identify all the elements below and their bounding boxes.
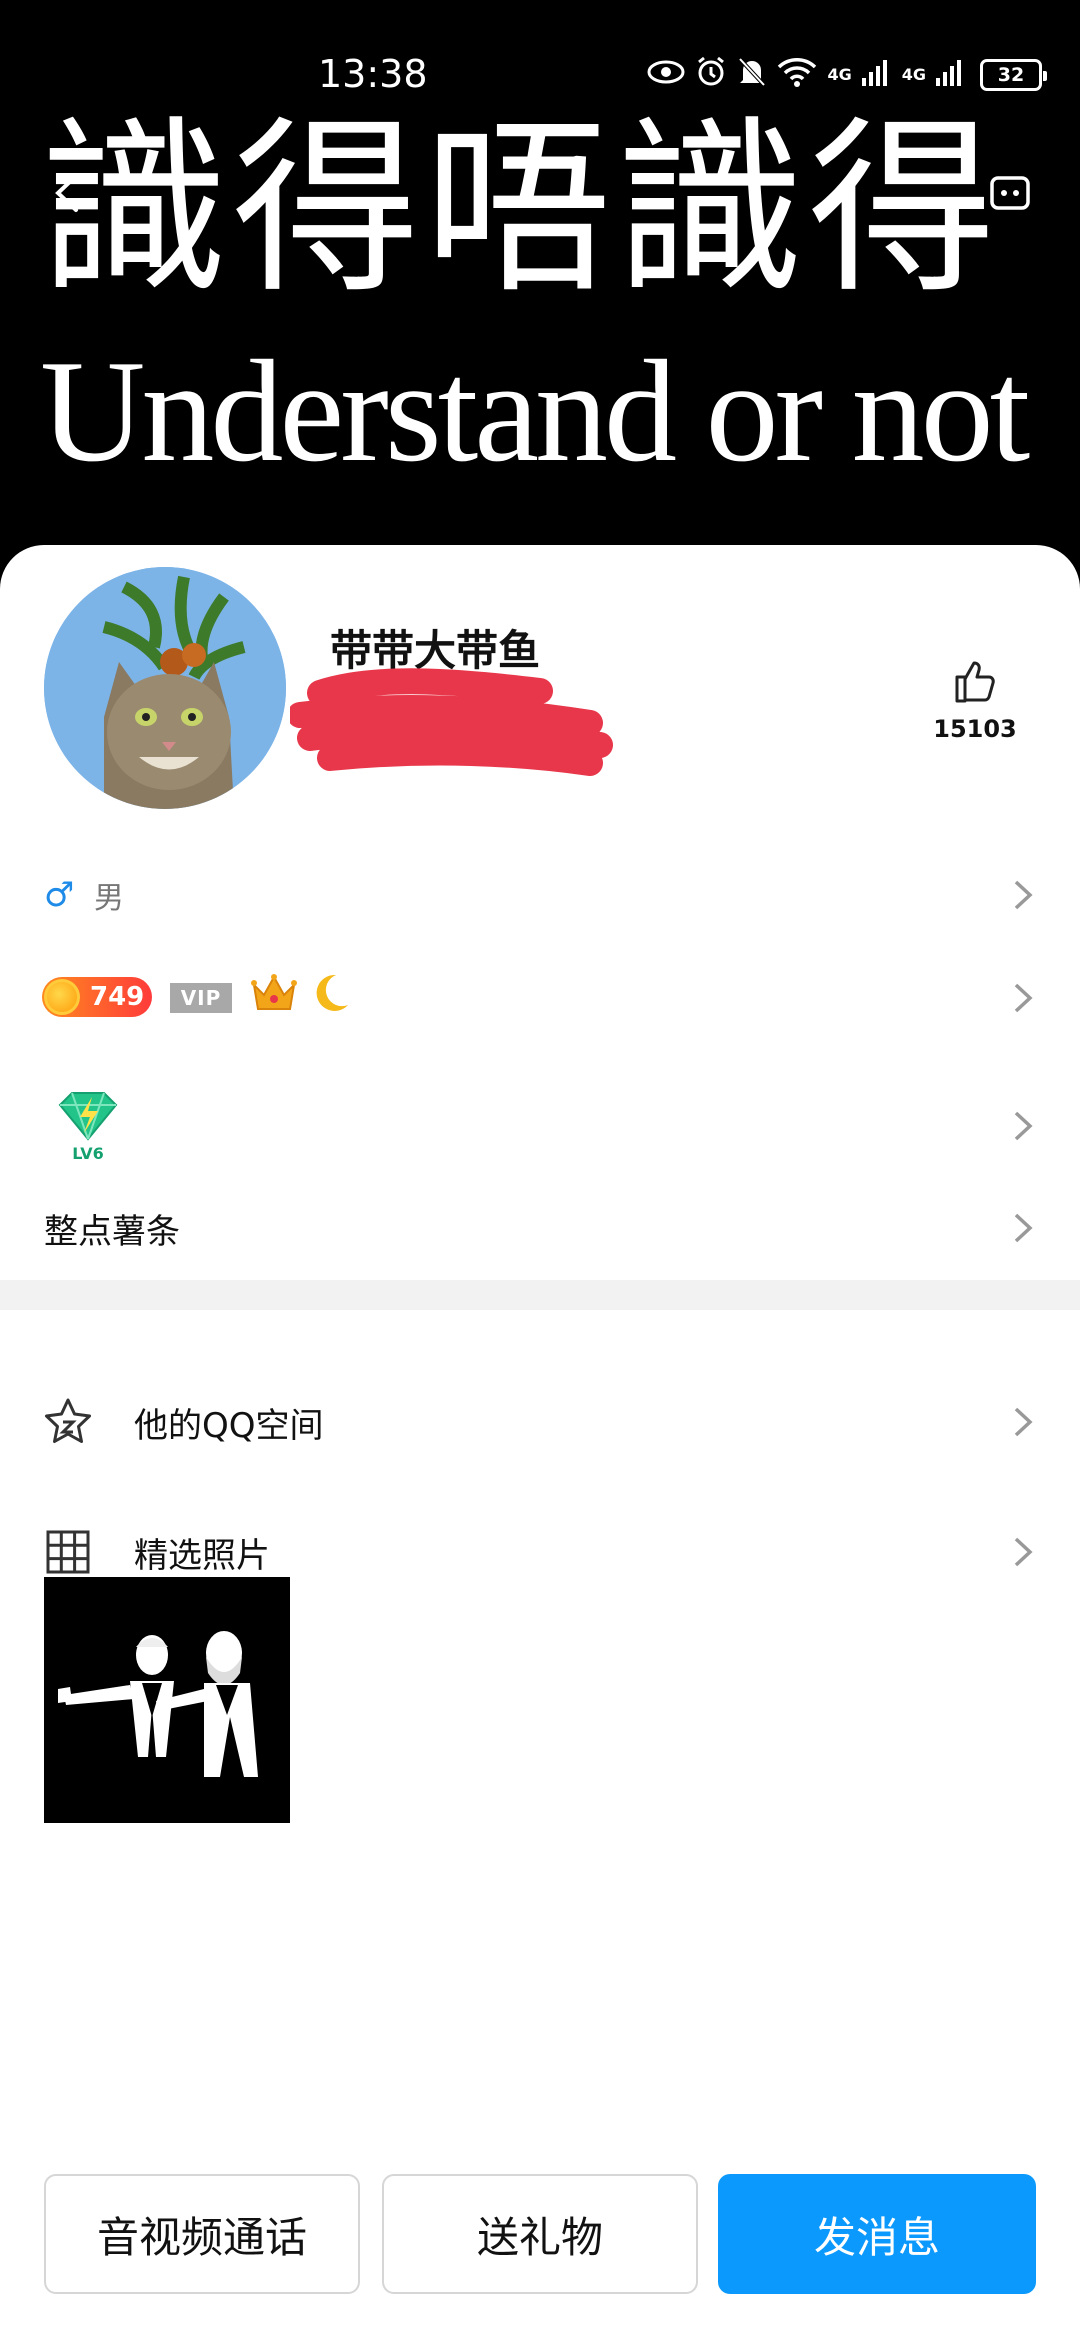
battery-icon: 32 [980,59,1047,91]
moon-icon [306,971,352,1025]
cover-title-english: Understand or not [40,330,1030,492]
status-icons: 4G 4G 32 [647,56,1047,94]
badges-row[interactable]: 749 VIP [0,965,1080,1031]
crown-icon [250,971,298,1026]
chevron-right-icon [1014,1111,1033,1141]
video-call-button[interactable]: 音视频通话 [44,2174,360,2294]
qq-zone-label: 他的QQ空间 [134,1405,324,1446]
back-arrow-icon[interactable] [44,168,94,218]
send-gift-button[interactable]: 送礼物 [382,2174,698,2294]
like-count: 15103 [933,715,1017,743]
photo-thumbnail[interactable] [44,1577,290,1823]
profile-cover: 13:38 4G 4G 32 識得唔識得 Understand or not [0,0,1080,600]
star-icon [45,1398,91,1443]
send-message-button[interactable]: 发消息 [718,2174,1036,2294]
alarm-icon [695,56,727,94]
status-time: 13:38 [318,52,428,96]
wifi-icon [777,57,817,93]
gender-label: 男 [94,881,124,916]
chevron-right-icon [1014,1407,1033,1437]
level-row[interactable]: LV6 [0,1081,1080,1171]
redaction-scribble [287,663,620,783]
coin-level: 749 [90,982,145,1012]
diamond-level-icon: LV6 [48,1085,128,1165]
eye-icon [647,59,685,91]
photos-label: 精选照片 [134,1535,270,1576]
male-icon: ♂ [44,875,75,915]
coin-level-badge: 749 [42,977,152,1017]
signature-text: 整点薯条 [44,1211,180,1252]
cover-title-chinese: 識得唔識得 [40,100,1000,319]
thumbs-up-icon [955,661,995,703]
vip-badge: VIP [170,983,232,1013]
more-options-icon[interactable] [986,172,1036,216]
like-button[interactable]: 15103 [920,655,1030,743]
profile-card: 带带大带鱼 15103 ♂ 男 749 VIP LV6 整点薯条 他的QQ空间 … [0,545,1080,2340]
gender-row[interactable]: ♂ 男 [0,865,1080,925]
section-divider [0,1280,1080,1310]
qq-zone-row[interactable]: 他的QQ空间 [0,1377,1080,1467]
network-type-label: 4G [901,65,926,84]
chevron-right-icon [1014,880,1033,910]
avatar[interactable] [44,567,286,809]
mute-bell-icon [737,56,767,94]
signature-row[interactable]: 整点薯条 [0,1193,1080,1263]
chevron-right-icon [1014,1213,1033,1243]
coin-icon [44,979,80,1015]
signal-icon [861,58,892,92]
level-label: LV6 [72,1144,104,1163]
grid-icon [46,1530,90,1574]
chevron-right-icon [1014,983,1033,1013]
signal-icon [936,58,966,92]
chevron-right-icon [1014,1537,1033,1567]
network-type-label: 4G [827,65,852,84]
